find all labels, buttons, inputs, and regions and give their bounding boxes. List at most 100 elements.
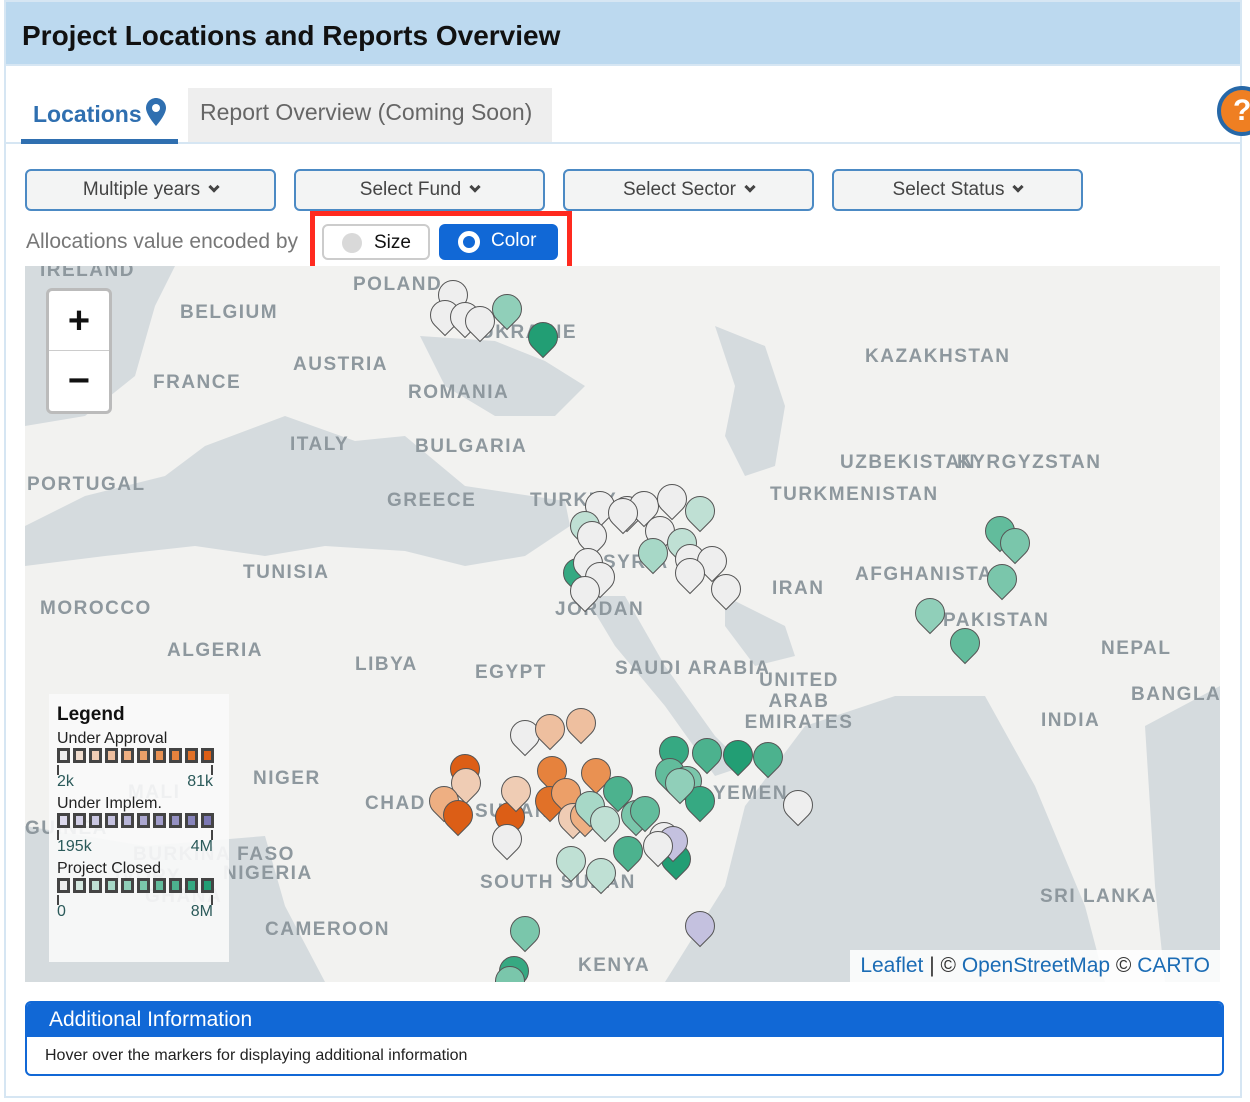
legend-swatch bbox=[89, 748, 102, 763]
carto-link[interactable]: CARTO bbox=[1137, 954, 1210, 977]
country-label: IRELAND bbox=[40, 266, 135, 281]
legend-swatch bbox=[57, 878, 70, 893]
legend-swatches bbox=[57, 878, 221, 893]
country-label: FRANCE bbox=[153, 372, 242, 393]
country-label: JORDAN bbox=[555, 599, 645, 620]
info-title: Additional Information bbox=[27, 1003, 1222, 1037]
country-label: NEPAL bbox=[1101, 638, 1172, 659]
dropdown-label: Multiple years bbox=[82, 179, 201, 200]
legend-title: Legend bbox=[57, 704, 125, 725]
legend-tick-max: 4M bbox=[190, 838, 213, 855]
legend-tick-min: 2k bbox=[57, 773, 74, 790]
country-label: AUSTRIA bbox=[293, 354, 388, 375]
legend-swatch bbox=[185, 813, 198, 828]
tab-bar: Locations Report Overview (Coming Soon) bbox=[4, 84, 1242, 144]
legend-swatch bbox=[153, 878, 166, 893]
legend-swatch bbox=[57, 748, 70, 763]
legend-ticks: 0 8M bbox=[57, 903, 213, 921]
legend-scale-title: Under Implem. bbox=[57, 795, 162, 812]
tab-locations[interactable]: Locations bbox=[21, 84, 178, 144]
dropdown-label: Select Status bbox=[892, 179, 1005, 200]
country-label: UZBEKISTAN bbox=[840, 452, 977, 473]
country-label: TUNISIA bbox=[243, 562, 330, 583]
legend-axis bbox=[57, 765, 213, 775]
tab-report-overview[interactable]: Report Overview (Coming Soon) bbox=[188, 88, 552, 142]
country-label: NIGERIA bbox=[223, 863, 313, 884]
country-label: AFGHANISTAN bbox=[855, 564, 1009, 585]
legend-swatch bbox=[153, 748, 166, 763]
country-label: INDIA bbox=[1041, 710, 1101, 731]
legend-swatch bbox=[201, 813, 214, 828]
country-label: KYRGYZSTAN bbox=[957, 452, 1102, 473]
legend-scale-title: Under Approval bbox=[57, 730, 168, 747]
country-label: ALGERIA bbox=[167, 640, 263, 661]
country-label: LIBYA bbox=[355, 654, 418, 675]
zoom-out-button[interactable]: − bbox=[49, 351, 109, 411]
zoom-control: + − bbox=[46, 288, 112, 414]
country-label: IRAN bbox=[772, 578, 825, 599]
legend-swatch bbox=[121, 748, 134, 763]
encoding-label: Allocations value encoded by bbox=[26, 230, 299, 253]
country-label: CAMEROON bbox=[265, 919, 390, 940]
radio-unchecked-icon bbox=[342, 233, 362, 253]
year-filter-dropdown[interactable]: Multiple years bbox=[25, 169, 276, 211]
legend-tick-max: 81k bbox=[187, 773, 213, 790]
info-text: Hover over the markers for displaying ad… bbox=[45, 1047, 468, 1064]
radio-label: Color bbox=[491, 230, 537, 251]
legend-swatch bbox=[185, 748, 198, 763]
legend-swatch bbox=[169, 813, 182, 828]
legend-scale-title: Project Closed bbox=[57, 860, 162, 877]
legend-swatch bbox=[153, 813, 166, 828]
chevron-down-icon bbox=[1012, 181, 1025, 193]
dropdown-label: Select Sector bbox=[623, 179, 736, 200]
encode-size-radio[interactable]: Size bbox=[322, 224, 430, 260]
zoom-in-button[interactable]: + bbox=[49, 291, 109, 351]
openstreetmap-link[interactable]: OpenStreetMap bbox=[962, 954, 1110, 977]
country-label: KAZAKHSTAN bbox=[865, 346, 1011, 367]
legend-axis bbox=[57, 895, 213, 905]
country-label: UNITED ARAB EMIRATES bbox=[744, 670, 854, 733]
country-label: YEMEN bbox=[713, 783, 789, 804]
legend-swatches bbox=[57, 813, 221, 828]
legend-swatches bbox=[57, 748, 221, 763]
legend-swatch bbox=[57, 813, 70, 828]
country-label: BULGARIA bbox=[415, 436, 528, 457]
legend-swatch bbox=[137, 813, 150, 828]
country-label: KENYA bbox=[578, 955, 651, 976]
radio-label: Size bbox=[374, 232, 411, 253]
country-label: GREECE bbox=[387, 490, 477, 511]
map[interactable]: IRELANDPOLANDBELGIUMUKRAINEAUSTRIAFRANCE… bbox=[25, 266, 1220, 982]
sector-filter-dropdown[interactable]: Select Sector bbox=[563, 169, 814, 211]
legend-swatch bbox=[73, 748, 86, 763]
legend-swatch bbox=[169, 878, 182, 893]
legend-swatch bbox=[121, 813, 134, 828]
map-attribution: Leaflet | © OpenStreetMap © CARTO bbox=[850, 950, 1220, 982]
additional-info-panel: Additional Information Hover over the ma… bbox=[25, 1001, 1224, 1076]
country-label: PORTUGAL bbox=[27, 474, 146, 495]
legend-swatch bbox=[137, 878, 150, 893]
legend-swatch bbox=[73, 813, 86, 828]
country-label: BELGIUM bbox=[180, 302, 279, 323]
fund-filter-dropdown[interactable]: Select Fund bbox=[294, 169, 545, 211]
map-pin-icon bbox=[145, 98, 166, 126]
attribution-separator: © bbox=[1110, 954, 1138, 977]
legend-axis bbox=[57, 830, 213, 840]
encode-color-radio[interactable]: Color bbox=[439, 224, 558, 260]
legend-swatch bbox=[73, 878, 86, 893]
country-label: SRI LANKA bbox=[1040, 886, 1157, 907]
legend-tick-max: 8M bbox=[190, 903, 213, 920]
legend-swatch bbox=[105, 813, 118, 828]
country-label: MOROCCO bbox=[40, 598, 152, 619]
page-title: Project Locations and Reports Overview bbox=[22, 20, 561, 51]
leaflet-link[interactable]: Leaflet bbox=[860, 954, 923, 977]
country-label: CHAD bbox=[365, 793, 426, 814]
legend-swatch bbox=[169, 748, 182, 763]
legend-swatch bbox=[89, 813, 102, 828]
legend-swatch bbox=[105, 878, 118, 893]
legend-tick-min: 195k bbox=[57, 838, 92, 855]
country-label: POLAND bbox=[353, 274, 443, 295]
status-filter-dropdown[interactable]: Select Status bbox=[832, 169, 1083, 211]
country-label: ROMANIA bbox=[408, 382, 510, 403]
legend-swatch bbox=[121, 878, 134, 893]
radio-checked-icon bbox=[458, 231, 480, 253]
